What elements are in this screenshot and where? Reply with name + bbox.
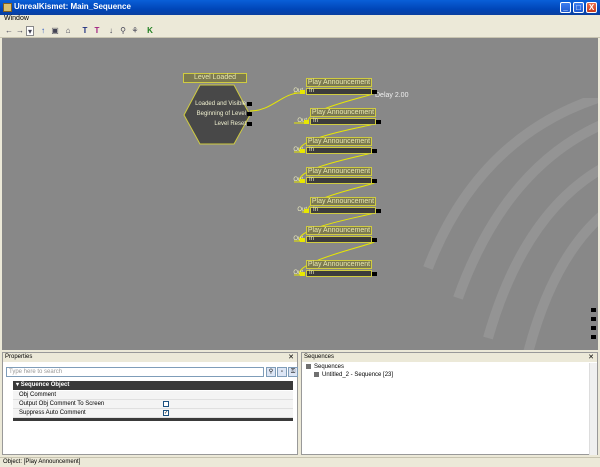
node-out-pin[interactable] [372, 179, 377, 183]
node-title: Play Announcement [306, 167, 372, 176]
property-row-suppress-auto-comment[interactable]: Suppress Auto Comment ✓ [13, 409, 293, 418]
search-type-icon[interactable]: T [92, 26, 102, 36]
node-title: Play Announcement [310, 108, 376, 117]
event-pin-loaded-visible[interactable] [247, 102, 252, 106]
properties-panel: Properties ✕ Type here to search ⚲ ▫ ⚿ ▾… [2, 352, 298, 455]
node-in-label: In [309, 147, 315, 153]
event-level-loaded-title[interactable]: Level Loaded [183, 73, 247, 83]
node-out-pin[interactable] [376, 120, 381, 124]
node-in-pin[interactable] [300, 90, 305, 94]
parent-sequence-icon[interactable]: ↑ [38, 26, 48, 36]
wire-layer [249, 92, 377, 276]
node-out-pin[interactable] [376, 209, 381, 213]
forward-arrow-icon[interactable]: → [15, 26, 25, 36]
node-in-pin[interactable] [300, 149, 305, 153]
tree-item-untitled-sequence[interactable]: Untitled_2 - Sequence [23] [314, 372, 393, 378]
binoculars-icon[interactable]: ⚘ [130, 26, 140, 36]
node-title: Play Announcement [306, 226, 372, 235]
node-in-pin[interactable] [300, 179, 305, 183]
node-in-pin[interactable] [300, 238, 305, 242]
properties-title: Properties [3, 353, 297, 362]
clear-search-icon[interactable]: ▫ [277, 367, 287, 377]
node-in-label: In [313, 207, 319, 213]
zoom-to-fit-icon[interactable]: ↓ [106, 26, 116, 36]
event-output-beginning-of-level: Beginning of Level [196, 111, 246, 117]
find-icon[interactable]: ⚲ [118, 26, 128, 36]
node-title: Play Announcement [306, 260, 372, 269]
event-pin-beginning-of-level[interactable] [247, 112, 252, 116]
node-in-label: In [309, 88, 315, 94]
menu-bar: Window [0, 15, 600, 24]
kismet-icon[interactable]: K [145, 26, 155, 36]
minimize-button[interactable]: _ [560, 2, 571, 13]
canvas-scroll-markers [591, 308, 596, 348]
app-icon [3, 3, 12, 12]
properties-search-input[interactable]: Type here to search [6, 367, 264, 377]
output-obj-comment-checkbox[interactable] [163, 401, 169, 407]
node-in-label: In [309, 270, 315, 276]
node-out-pin[interactable] [372, 90, 377, 94]
title-bar: UnrealKismet: Main_Sequence _ □ X [0, 0, 600, 15]
category-sequence-object[interactable]: ▾ Sequence Object [13, 381, 293, 390]
sequence-icon [314, 372, 319, 377]
node-in-pin[interactable] [300, 272, 305, 276]
node-in-pin[interactable] [304, 120, 309, 124]
kismet-canvas[interactable]: Level Loaded Loaded and Visible Beginnin… [2, 38, 598, 350]
property-row-obj-comment[interactable]: Obj Comment [13, 391, 293, 400]
category-footer [13, 418, 293, 421]
tree-minus-icon[interactable] [306, 364, 311, 369]
maximize-button[interactable]: □ [573, 2, 584, 13]
rename-sequence-icon[interactable]: ▣ [50, 26, 60, 36]
node-title: Play Announcement [310, 197, 376, 206]
menu-window[interactable]: Window [4, 15, 29, 22]
node-out-pin[interactable] [372, 272, 377, 276]
property-row-output-obj-comment[interactable]: Output Obj Comment To Screen [13, 400, 293, 409]
event-output-level-reset: Level Reset [214, 121, 246, 127]
properties-close-icon[interactable]: ✕ [288, 353, 294, 362]
sequences-close-icon[interactable]: ✕ [588, 353, 594, 362]
sequences-scrollbar[interactable] [589, 363, 597, 455]
suppress-auto-comment-checkbox[interactable]: ✓ [163, 410, 169, 416]
back-arrow-icon[interactable]: ← [4, 26, 14, 36]
tree-root-sequences[interactable]: Sequences [306, 364, 344, 370]
event-output-loaded-visible: Loaded and Visible [195, 101, 246, 107]
home-icon[interactable]: ⌂ [63, 26, 73, 36]
search-icon[interactable]: ⚲ [266, 367, 276, 377]
event-pin-level-reset[interactable] [247, 122, 252, 126]
node-title: Play Announcement [306, 78, 372, 87]
node-title: Play Announcement [306, 137, 372, 146]
search-tag-icon[interactable]: T [80, 26, 90, 36]
sequences-title: Sequences [302, 353, 597, 362]
window-title: UnrealKismet: Main_Sequence [14, 2, 131, 11]
close-button[interactable]: X [586, 2, 597, 13]
node-out-pin[interactable] [372, 149, 377, 153]
node-out-pin[interactable] [372, 238, 377, 242]
delay-label: Delay 2.00 [375, 92, 409, 99]
toolbar: ← → ▾ ↑ ▣ ⌂ T T ↓ ⚲ ⚘ K [0, 24, 600, 38]
lock-icon[interactable]: ⚿ [288, 367, 298, 377]
node-in-label: In [313, 118, 319, 124]
status-text: Object: [Play Announcement] [3, 459, 81, 465]
status-bar: Object: [Play Announcement] [0, 457, 600, 467]
node-in-pin[interactable] [304, 209, 309, 213]
node-in-label: In [309, 177, 315, 183]
sequences-panel: Sequences ✕ Sequences Untitled_2 - Seque… [301, 352, 598, 455]
node-in-label: In [309, 236, 315, 242]
history-dropdown-icon[interactable]: ▾ [26, 26, 34, 36]
